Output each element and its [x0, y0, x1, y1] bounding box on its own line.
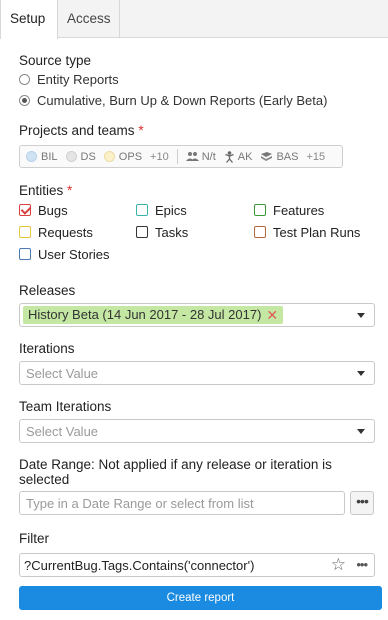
entity-label: Tasks — [155, 224, 189, 240]
filter-more-icon[interactable]: ••• — [356, 557, 368, 572]
checkbox[interactable] — [136, 226, 148, 238]
divider — [176, 149, 178, 164]
book-icon — [261, 152, 273, 161]
project-color-icon — [103, 151, 115, 162]
team-nt: N/t — [185, 151, 216, 163]
checkbox[interactable] — [19, 226, 31, 238]
tab-bar: Setup Access — [0, 0, 388, 39]
checkbox-checked[interactable] — [19, 204, 31, 216]
entity-requests[interactable]: Requests — [19, 223, 93, 241]
entity-user-stories[interactable]: User Stories — [19, 245, 110, 263]
project-color-icon — [26, 151, 37, 162]
entity-features[interactable]: Features — [254, 201, 324, 219]
project-color-icon — [65, 151, 77, 162]
projects-teams-selector[interactable]: BIL DS OPS +10 N/t AK BAS +15 — [19, 145, 343, 168]
checkbox[interactable] — [19, 248, 31, 260]
star-icon[interactable]: ☆ — [331, 555, 346, 575]
radio-entity-reports[interactable]: Entity Reports — [19, 70, 119, 88]
radio-button-checked[interactable] — [19, 94, 30, 106]
filter-label: Filter — [19, 531, 49, 546]
team-ak: AK — [224, 150, 252, 163]
team-iterations-placeholder: Select Value — [26, 424, 99, 439]
entity-tasks[interactable]: Tasks — [136, 223, 188, 241]
entity-label: Requests — [38, 224, 93, 240]
entity-epics[interactable]: Epics — [136, 201, 187, 219]
radio-button[interactable] — [19, 73, 30, 85]
entity-test-plan-runs[interactable]: Test Plan Runs — [254, 223, 360, 241]
filter-input[interactable]: ?CurrentBug.Tags.Contains('connector') ☆… — [19, 553, 375, 577]
release-chip: History Beta (14 Jun 2017 - 28 Jul 2017)… — [23, 306, 284, 324]
create-report-button[interactable]: Create report — [19, 586, 382, 610]
entity-label: Features — [273, 202, 325, 218]
checkbox[interactable] — [254, 226, 266, 238]
iterations-label: Iterations — [19, 341, 75, 356]
filter-value: ?CurrentBug.Tags.Contains('connector') — [24, 558, 255, 573]
projects-teams-label: Projects and teams * — [19, 123, 144, 138]
remove-icon[interactable]: ✕ — [266, 306, 278, 324]
entity-bugs[interactable]: Bugs — [19, 201, 68, 219]
more-teams-count: +15 — [306, 150, 326, 163]
tab-setup[interactable]: Setup — [0, 0, 58, 39]
more-projects-count: +10 — [150, 150, 169, 163]
radio-cumulative-reports[interactable]: Cumulative, Burn Up & Down Reports (Earl… — [19, 91, 327, 109]
checkbox[interactable] — [254, 204, 266, 216]
entity-label: Bugs — [38, 202, 68, 218]
date-range-placeholder: Type in a Date Range or select from list — [26, 496, 254, 511]
radio-label: Entity Reports — [37, 71, 119, 87]
entity-label: Test Plan Runs — [273, 224, 361, 240]
team-bas: BAS — [260, 151, 298, 163]
chevron-down-icon[interactable] — [357, 313, 365, 318]
person-icon — [225, 150, 234, 163]
project-ds: DS — [65, 151, 96, 163]
releases-label: Releases — [19, 283, 76, 298]
entities-label: Entities * — [19, 183, 73, 198]
project-ops: OPS — [103, 151, 142, 163]
team-iterations-label: Team Iterations — [19, 399, 112, 414]
entity-label: Epics — [155, 202, 187, 218]
checkbox[interactable] — [136, 204, 148, 216]
chevron-down-icon[interactable] — [357, 429, 365, 434]
source-type-label: Source type — [19, 53, 92, 68]
releases-select[interactable]: History Beta (14 Jun 2017 - 28 Jul 2017)… — [19, 303, 375, 327]
date-range-label: Date Range: Not applied if any release o… — [19, 457, 332, 487]
entity-label: User Stories — [38, 246, 110, 262]
tab-access[interactable]: Access — [58, 0, 120, 38]
date-range-more-button[interactable]: ••• — [350, 491, 374, 515]
iterations-select[interactable]: Select Value — [19, 361, 375, 385]
chevron-down-icon[interactable] — [357, 371, 365, 376]
date-range-input[interactable]: Type in a Date Range or select from list — [19, 491, 345, 515]
team-iterations-select[interactable]: Select Value — [19, 419, 375, 443]
project-bil: BIL — [26, 151, 58, 163]
radio-label: Cumulative, Burn Up & Down Reports (Earl… — [37, 92, 328, 108]
team-icon — [185, 152, 199, 161]
iterations-placeholder: Select Value — [26, 366, 99, 381]
